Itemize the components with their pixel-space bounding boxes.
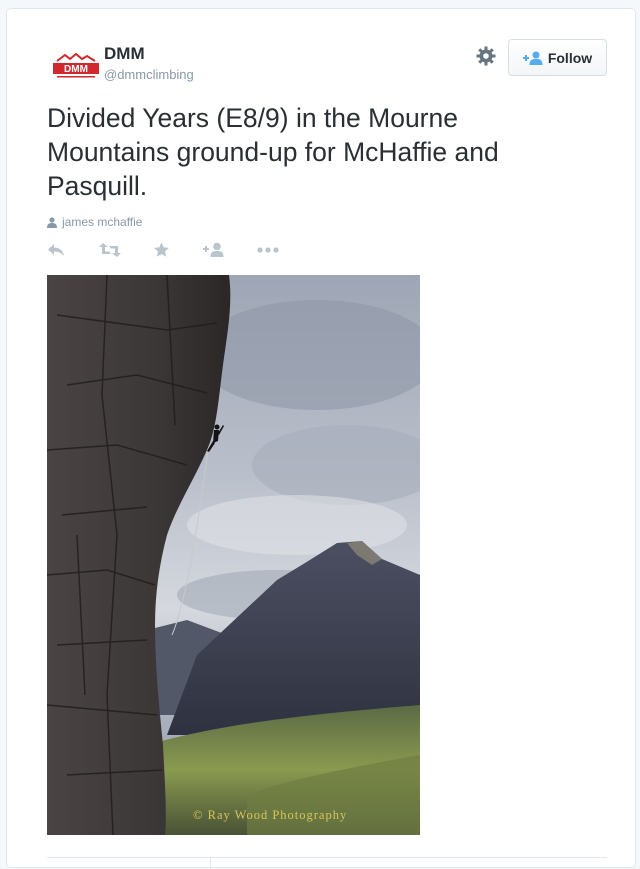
dmm-logo-icon: DMM: [53, 53, 99, 78]
avatar[interactable]: DMM: [51, 53, 101, 81]
attribution-name: james mchaffie: [62, 215, 143, 229]
follow-button-label: Follow: [547, 49, 593, 66]
photo-credit: © Ray Wood Photography: [193, 808, 348, 822]
climbing-photo: [47, 275, 420, 835]
gear-icon[interactable]: [475, 45, 497, 67]
account-name[interactable]: DMM: [104, 44, 145, 64]
favorite-icon[interactable]: [153, 242, 170, 260]
photo-attribution[interactable]: james mchaffie: [47, 215, 142, 229]
avatar-logo-text: DMM: [64, 64, 88, 75]
follow-user-plus-icon: [522, 51, 543, 65]
account-handle[interactable]: @dmmclimbing: [104, 67, 194, 82]
retweet-icon[interactable]: [99, 242, 121, 260]
tweet-card: DMM DMM @dmmclimbing Follow Divided Year…: [6, 8, 636, 869]
user-icon: [47, 216, 57, 228]
follow-button[interactable]: Follow: [508, 39, 607, 76]
tweet-photo[interactable]: © Ray Wood Photography: [47, 275, 420, 835]
more-icon[interactable]: [257, 242, 279, 260]
tweet-text: Divided Years (E8/9) in the Mourne Mount…: [47, 103, 499, 201]
follow-user-icon[interactable]: [203, 242, 225, 260]
reply-icon[interactable]: [47, 242, 65, 260]
footer-divider: [47, 857, 607, 858]
